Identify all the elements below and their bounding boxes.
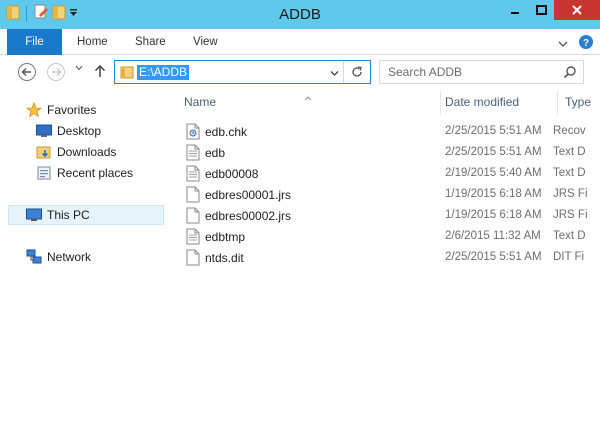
file-type: Text D [553,230,586,242]
tab-view[interactable]: View [193,29,218,55]
help-icon[interactable]: ? [578,34,594,53]
column-header-name[interactable]: Name [184,95,216,109]
file-icon [186,249,200,269]
folder-icon [120,65,134,82]
star-icon [26,102,42,118]
up-button[interactable] [94,64,106,78]
file-name: ntds.dit [205,251,244,265]
nav-item-label: Favorites [47,103,97,117]
file-date: 2/19/2015 5:40 AM [445,167,542,179]
file-type: Text D [553,167,586,179]
address-path[interactable]: E:\ADDB [137,65,190,80]
file-row[interactable]: edbres00001.jrs 1/19/2015 6:18 AM JRS Fi [182,184,600,205]
close-button[interactable] [554,0,600,20]
file-list: Name Date modified Type edb.chk 2/25/201… [170,91,600,431]
text-file-icon [186,228,200,248]
desktop-icon [36,123,52,139]
network-icon [26,249,42,265]
file-name: edb.chk [205,125,248,139]
nav-item-label: Desktop [57,124,102,138]
column-divider[interactable] [440,91,441,115]
nav-item-label: This PC [47,208,90,222]
file-row[interactable]: edb.chk 2/25/2015 5:51 AM Recov [182,121,600,142]
nav-item-label: Downloads [57,145,117,159]
downloads-folder-icon [36,144,52,160]
navigation-pane: Favorites Desktop Downloads Recent place… [0,91,170,431]
ribbon-controls: ? [558,34,594,53]
file-icon [186,186,200,206]
file-type: DIT Fi [553,251,585,263]
file-date: 1/19/2015 6:18 AM [445,209,542,221]
svg-text:?: ? [583,38,589,49]
column-divider[interactable] [557,91,558,115]
navigation-bar: E:\ADDB [0,55,600,91]
file-icon [186,207,200,227]
nav-item-desktop[interactable]: Desktop [36,121,101,141]
ribbon: File Home Share View ? [0,29,600,55]
file-date: 2/25/2015 5:51 AM [445,125,542,137]
column-header-type[interactable]: Type [565,95,591,109]
file-name: edb00008 [205,167,259,181]
refresh-button[interactable] [343,61,370,83]
text-file-icon [186,144,200,164]
file-name: edbres00001.jrs [205,188,292,202]
file-name: edbtmp [205,230,246,244]
expand-ribbon-icon[interactable] [558,37,568,51]
file-row[interactable]: edb 2/25/2015 5:51 AM Text D [182,142,600,163]
minimize-button[interactable] [502,0,528,20]
file-row[interactable]: edbtmp 2/6/2015 11:32 AM Text D [182,226,600,247]
column-header-date[interactable]: Date modified [445,95,519,109]
file-date: 2/25/2015 5:51 AM [445,251,542,263]
chevron-down-icon[interactable] [330,66,339,80]
recent-places-icon [36,165,52,181]
file-row[interactable]: ntds.dit 2/25/2015 5:51 AM DIT Fi [182,247,600,268]
nav-item-recent-places[interactable]: Recent places [36,163,133,183]
chk-file-icon [186,123,200,143]
nav-item-label: Network [47,250,92,264]
sort-ascending-icon [304,90,312,104]
window-controls [502,0,600,20]
file-row[interactable]: edbres00002.jrs 1/19/2015 6:18 AM JRS Fi [182,205,600,226]
column-headers: Name Date modified Type [170,91,600,115]
nav-item-network[interactable]: Network [26,247,91,267]
file-date: 2/25/2015 5:51 AM [445,146,542,158]
file-date: 1/19/2015 6:18 AM [445,188,542,200]
tab-share[interactable]: Share [135,29,166,55]
computer-icon [26,207,42,223]
file-row[interactable]: edb00008 2/19/2015 5:40 AM Text D [182,163,600,184]
refresh-icon [352,66,362,77]
nav-item-this-pc[interactable]: This PC [8,205,164,225]
file-date: 2/6/2015 11:32 AM [445,230,541,242]
back-button[interactable] [17,62,37,82]
file-name: edb [205,146,226,160]
tab-home[interactable]: Home [77,29,108,55]
nav-item-downloads[interactable]: Downloads [36,142,116,162]
nav-item-favorites[interactable]: Favorites [26,100,96,120]
file-type: JRS Fi [553,188,588,200]
file-type: Text D [553,146,586,158]
maximize-button[interactable] [528,0,554,20]
tab-file[interactable]: File [7,29,62,55]
file-name: edbres00002.jrs [205,209,292,223]
search-input[interactable] [380,61,558,83]
address-bar[interactable]: E:\ADDB [114,60,371,84]
recent-locations-icon[interactable] [75,65,83,71]
search-box[interactable] [379,60,584,84]
text-file-icon [186,165,200,185]
file-type: Recov [553,125,586,137]
title-bar: ADDB [0,0,600,29]
file-type: JRS Fi [553,209,588,221]
search-icon[interactable] [563,65,577,82]
forward-button[interactable] [46,62,66,82]
nav-item-label: Recent places [57,166,134,180]
